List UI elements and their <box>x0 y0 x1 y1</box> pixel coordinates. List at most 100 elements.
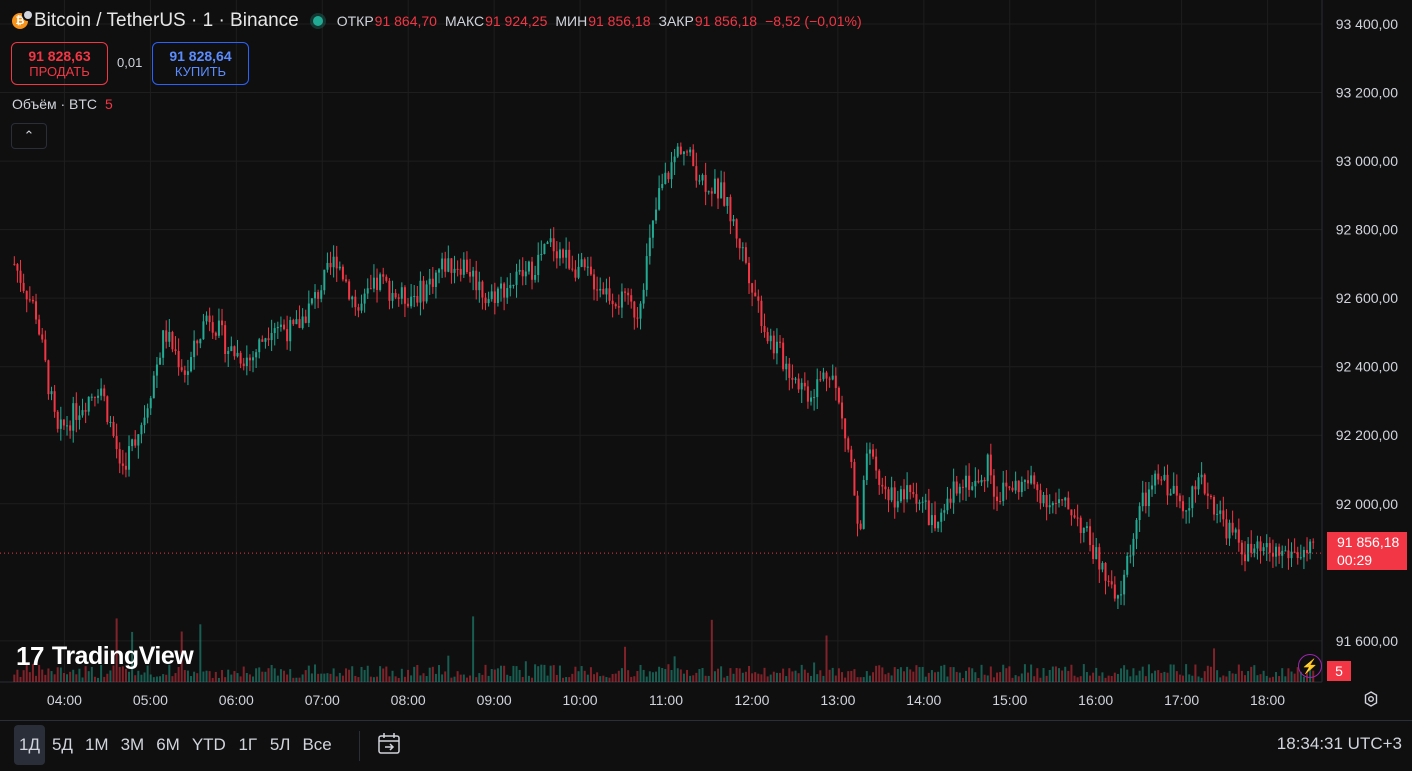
candle-body <box>87 396 90 412</box>
time-tick-label: 09:00 <box>477 692 512 708</box>
range-5d-button[interactable]: 5Д <box>47 725 78 765</box>
candle-body <box>577 266 580 278</box>
volume-bar <box>744 671 747 682</box>
volume-bar <box>571 673 574 682</box>
volume-bar <box>1042 668 1045 682</box>
volume-bar <box>230 674 233 682</box>
candle-body <box>106 396 109 423</box>
candle-body <box>214 332 217 336</box>
candle-body <box>25 291 28 300</box>
sell-button[interactable]: 91 828,63 ПРОДАТЬ <box>11 42 108 85</box>
range-1m-button[interactable]: 1М <box>80 725 114 765</box>
range-1d-button[interactable]: 1Д <box>14 725 45 765</box>
candle-body <box>1070 509 1073 516</box>
candle-body <box>338 266 341 269</box>
candle-body <box>1154 473 1157 486</box>
range-ytd-button[interactable]: YTD <box>187 725 231 765</box>
candle-body <box>131 439 134 447</box>
candle-body <box>320 290 323 299</box>
candle-body <box>1141 492 1144 507</box>
volume-bar <box>1160 672 1163 682</box>
candle-body <box>1020 481 1023 493</box>
volume-bar <box>822 675 825 682</box>
volume-legend[interactable]: Объём · BTC 5 <box>12 96 113 112</box>
candle-body <box>1302 550 1305 558</box>
volume-bar <box>875 665 878 682</box>
candle-body <box>927 500 930 526</box>
volume-bar <box>586 674 589 682</box>
candle-body <box>977 480 980 483</box>
volume-bar <box>1209 666 1212 682</box>
candle-body <box>162 330 165 358</box>
volume-bar <box>1157 670 1160 682</box>
range-3m-button[interactable]: 3М <box>116 725 150 765</box>
candle-body <box>1172 485 1175 494</box>
candle-body <box>1309 541 1312 554</box>
candle-body <box>878 470 881 485</box>
gear-icon[interactable] <box>1362 690 1380 708</box>
volume-bar <box>748 665 751 682</box>
volume-bar <box>1039 677 1042 682</box>
candle-body <box>465 259 468 273</box>
candle-body <box>558 249 561 259</box>
candle-body <box>859 523 862 529</box>
chart-area[interactable]: 93 400,00 93 200,00 93 000,00 92 800,00 92 6… <box>0 0 1412 720</box>
volume-bar <box>410 675 413 682</box>
candle-body <box>1138 506 1141 521</box>
candle-body <box>202 321 205 340</box>
candle-body <box>128 446 131 470</box>
candle-body <box>289 320 292 342</box>
volume-bar <box>487 675 490 682</box>
volume-bar <box>596 672 599 682</box>
ohlc-high-value: 91 924,25 <box>485 13 548 29</box>
candle-body <box>772 335 775 354</box>
spread-value: 0,01 <box>117 55 143 70</box>
volume-bar <box>403 676 406 682</box>
volume-bar <box>143 672 146 682</box>
candle-body <box>785 363 788 370</box>
utc-clock[interactable]: 18:34:31 UTC+3 <box>1277 734 1402 754</box>
calendar-goto-icon[interactable] <box>376 731 402 757</box>
range-1y-button[interactable]: 1Г <box>233 725 263 765</box>
volume-bar <box>887 672 890 682</box>
buy-button[interactable]: 91 828,64 КУПИТЬ <box>152 42 249 85</box>
volume-bar <box>577 671 580 682</box>
candle-body <box>670 162 673 180</box>
lightning-bolt-icon[interactable]: ⚡ <box>1298 654 1322 678</box>
range-6m-button[interactable]: 6М <box>151 725 185 765</box>
volume-bar <box>934 672 937 682</box>
range-all-button[interactable]: Все <box>297 725 336 765</box>
candle-body <box>527 261 530 272</box>
candle-body <box>224 325 227 355</box>
candle-body <box>59 419 62 429</box>
volume-bar <box>1197 676 1200 682</box>
market-open-status-icon[interactable] <box>312 16 323 26</box>
candle-body <box>199 339 202 344</box>
candle-body <box>413 296 416 298</box>
range-5y-button[interactable]: 5Л <box>265 725 296 765</box>
candle-body <box>450 258 453 273</box>
volume-bar <box>943 664 946 682</box>
candle-body <box>518 269 521 272</box>
candle-body <box>326 262 329 270</box>
buy-price: 91 828,64 <box>169 47 232 64</box>
volume-bar <box>915 665 918 682</box>
candle-body <box>568 249 571 269</box>
symbol-title[interactable]: Bitcoin / TetherUS · 1 · Binance <box>34 10 299 32</box>
tradingview-logo[interactable]: 17 TradingView <box>16 641 194 672</box>
candle-body <box>115 436 118 450</box>
candle-body <box>379 274 382 290</box>
volume-bar <box>673 656 676 682</box>
volume-bar <box>906 666 909 682</box>
candle-body <box>140 425 143 435</box>
volume-bar <box>345 668 348 682</box>
collapse-legend-button[interactable]: ⌃ <box>11 123 47 149</box>
volume-bar <box>329 673 332 682</box>
price-chart[interactable]: 93 400,00 93 200,00 93 000,00 92 800,00 92 6… <box>0 0 1412 720</box>
candle-body <box>903 489 906 500</box>
volume-bar <box>369 676 372 682</box>
volume-bar <box>19 676 22 682</box>
candle-body <box>205 315 208 322</box>
candle-body <box>642 289 645 304</box>
volume-bar <box>444 671 447 682</box>
